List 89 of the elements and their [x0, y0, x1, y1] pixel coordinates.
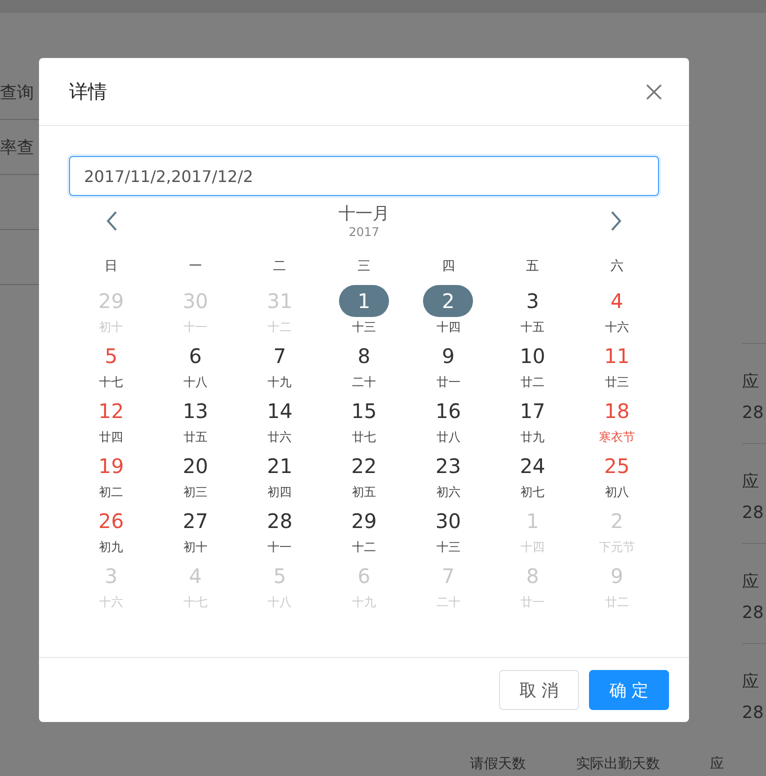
calendar-day[interactable]: 20	[170, 450, 220, 482]
calendar-day[interactable]: 8	[338, 340, 389, 372]
lunar-date: 初十	[183, 539, 208, 556]
lunar-date: 十五	[520, 319, 545, 336]
lunar-date: 廿七	[352, 429, 376, 446]
lunar-date: 十一	[268, 539, 292, 556]
lunar-date: 初八	[604, 484, 629, 501]
lunar-date: 十六	[604, 319, 629, 336]
lunar-date: 初六	[436, 484, 460, 501]
calendar-day[interactable]: 6	[170, 340, 220, 372]
lunar-date: 廿四	[99, 429, 124, 446]
calendar-day[interactable]: 24	[508, 450, 558, 482]
lunar-date: 廿六	[268, 429, 292, 446]
lunar-date: 初五	[352, 484, 376, 501]
close-icon[interactable]	[646, 84, 662, 100]
calendar-day[interactable]: 19	[86, 450, 136, 482]
table-cell-text: 28	[742, 603, 765, 623]
table-cell-text: 28	[742, 703, 765, 723]
previous-month-icon[interactable]	[106, 210, 118, 230]
lunar-date: 初九	[99, 539, 124, 556]
calendar-day[interactable]: 11	[592, 340, 642, 372]
lunar-date: 廿一	[436, 374, 460, 391]
lunar-date: 十三	[352, 319, 376, 336]
calendar-day[interactable]: 28	[254, 505, 305, 537]
column-label: 应	[742, 471, 760, 493]
lunar-date: 十三	[436, 539, 460, 556]
lunar-date: 廿八	[436, 429, 460, 446]
lunar-date: 十九	[268, 374, 292, 391]
column-label: 应	[742, 571, 760, 593]
calendar-day[interactable]: 9	[423, 340, 474, 372]
lunar-date: 初三	[183, 484, 208, 501]
weekday-header: 三	[356, 258, 372, 276]
calendar-day[interactable]: 27	[170, 505, 220, 537]
calendar-day[interactable]: 4	[592, 285, 642, 317]
weekday-header: 日	[104, 258, 119, 276]
table-cell-text: 28	[742, 403, 765, 423]
lunar-date: 初二	[99, 484, 124, 501]
weekday-header: 五	[525, 258, 540, 276]
column-header: 请假天数	[470, 755, 526, 773]
confirm-button[interactable]: 确 定	[589, 670, 669, 710]
calendar-day[interactable]: 30	[423, 505, 474, 537]
lunar-date: 二十	[352, 374, 376, 391]
table-cell-text: 28	[742, 503, 765, 523]
lunar-date: 十二	[352, 539, 376, 556]
calendar-day[interactable]: 2	[423, 285, 474, 317]
column-label: 应	[742, 371, 760, 393]
calendar-day[interactable]: 5	[86, 340, 136, 372]
calendar-day[interactable]: 26	[86, 505, 136, 537]
calendar-day[interactable]: 29	[338, 505, 389, 537]
weekday-header: 四	[440, 258, 456, 276]
lunar-date: 初七	[520, 484, 545, 501]
next-month-icon[interactable]	[610, 210, 622, 230]
year-label: 2017	[348, 225, 380, 239]
weekday-header: 二	[272, 258, 288, 276]
calendar-day[interactable]: 1	[338, 285, 389, 317]
lunar-date: 廿五	[183, 429, 208, 446]
month-label: 十一月	[338, 203, 390, 225]
lunar-date: 廿二	[520, 374, 545, 391]
lunar-date: 廿三	[604, 374, 629, 391]
lunar-date: 寒衣节	[598, 429, 635, 446]
lunar-date: 廿九	[520, 429, 545, 446]
lunar-date: 十四	[436, 319, 460, 336]
calendar-day[interactable]: 22	[338, 450, 389, 482]
calendar-day[interactable]: 10	[508, 340, 558, 372]
calendar-day[interactable]: 16	[423, 395, 474, 427]
calendar-day[interactable]: 12	[86, 395, 136, 427]
date-input[interactable]: 2017/11/2,2017/12/2	[69, 156, 659, 196]
lunar-date: 初四	[268, 484, 292, 501]
calendar-day[interactable]: 18	[592, 395, 642, 427]
calendar-day[interactable]: 3	[508, 285, 558, 317]
weekday-header: 一	[188, 258, 203, 276]
weekday-header: 六	[609, 258, 624, 276]
dialog-title: 详情	[69, 80, 107, 104]
column-label: 应	[742, 671, 760, 693]
calendar-day[interactable]: 15	[338, 395, 389, 427]
column-header: 应	[710, 755, 724, 773]
query-label: 查询	[0, 82, 34, 104]
lunar-date: 十七	[99, 374, 124, 391]
cancel-button[interactable]: 取 消	[499, 670, 579, 710]
lunar-date: 十八	[183, 374, 208, 391]
calendar-day[interactable]: 21	[254, 450, 305, 482]
query-label: 率查	[0, 136, 34, 158]
column-header: 实际出勤天数	[576, 755, 660, 773]
calendar-day[interactable]: 23	[423, 450, 474, 482]
calendar-day[interactable]: 13	[170, 395, 220, 427]
calendar-day[interactable]: 17	[508, 395, 558, 427]
calendar-day[interactable]: 14	[254, 395, 305, 427]
calendar-day[interactable]: 25	[592, 450, 642, 482]
calendar-day[interactable]: 7	[254, 340, 305, 372]
